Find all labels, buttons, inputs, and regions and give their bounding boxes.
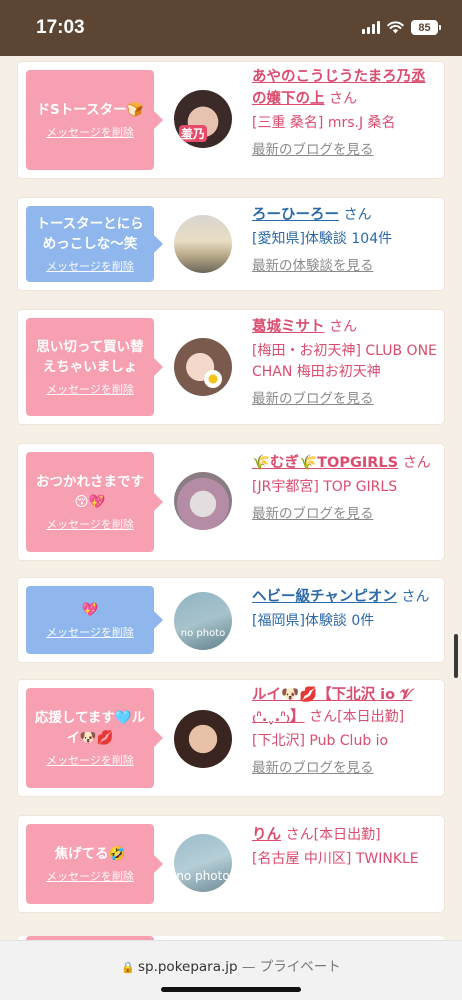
profile-info: ルイ🐶💋【下北沢 io 𝓥 ₍ᐢ.ˬ.ᐢ₎】 さん[本日出勤] [下北沢] Pu… [252,684,440,776]
name-suffix: さん [329,91,358,107]
status-icons: 85 [362,20,441,35]
status-time: 17:03 [36,17,85,38]
shop-info: [梅田・お初天神] CLUB ONE CHAN 梅田お初天神 [252,343,437,380]
name-suffix: さん [329,319,358,335]
message-bubble: トースターとにらめっこしな〜笑 メッセージを削除 [26,206,163,282]
message-text: 焦げてる🤣 [54,846,126,862]
message-text: 応援してます🩵ルイ🐶💋 [34,710,146,746]
message-text: 思い切って買い替えちゃいましょ [36,339,144,375]
avatar[interactable] [174,338,232,396]
scrollbar-thumb[interactable] [454,634,458,678]
battery-icon: 85 [411,20,441,35]
status-bar: 17:03 85 [0,0,462,56]
delete-message-link[interactable]: メッセージを削除 [30,868,150,884]
shop-info: [福岡県]体験談 0件 [252,613,375,629]
message-text: トースターとにらめっこしな〜笑 [36,216,144,252]
message-bubble: 応援してます🩵ルイ🐶💋 メッセージを削除 [26,688,163,788]
name-suffix: さん [401,589,430,605]
name-suffix: さん [343,207,372,223]
message-list[interactable]: ドSトースター🍞 メッセージを削除 羞乃 あやのこうじうたまろ乃丞の嬢下の上 さ… [0,56,462,940]
avatar[interactable]: no photo [174,834,232,892]
avatar[interactable] [174,215,232,273]
cellular-signal-icon [362,21,380,34]
message-card: おつかれさまです😚💖 メッセージを削除 🌾むぎ🌾TOPGIRLS さん [JR宇… [18,444,444,560]
shop-info: [三重 桑名] mrs.J 桑名 [252,115,396,131]
profile-info: 葛城ミサト さん [梅田・お初天神] CLUB ONE CHAN 梅田お初天神 … [252,316,440,407]
avatar-sticker: 羞乃 [179,125,208,142]
profile-info: 🌾むぎ🌾TOPGIRLS さん [JR宇都宮] TOP GIRLS 最新のブログ… [252,452,440,522]
delete-message-link[interactable]: メッセージを削除 [30,752,150,768]
name-suffix: さん [402,455,431,471]
profile-name-link[interactable]: 葛城ミサト [252,319,325,335]
avatar[interactable]: no photo [174,592,232,650]
message-card: 応援してます🩵ルイ🐶💋 メッセージを削除 ルイ🐶💋【下北沢 io 𝓥 ₍ᐢ.ˬ.… [18,680,444,796]
wifi-icon [387,21,404,34]
delete-message-link[interactable]: メッセージを削除 [30,624,150,640]
message-bubble: 💖 メッセージを削除 [26,586,163,654]
url-display[interactable]: 🔒 sp.pokepara.jp — プライベート [0,955,462,975]
message-bubble: 思い切って買い替えちゃいましょ メッセージを削除 [26,318,163,416]
message-text: ドSトースター🍞 [36,102,144,118]
delete-message-link[interactable]: メッセージを削除 [30,381,150,397]
home-indicator[interactable] [161,987,301,992]
url-domain: sp.pokepara.jp [137,959,238,975]
avatar[interactable] [174,710,232,768]
name-suffix: さん [309,709,338,725]
profile-name-link[interactable]: ろーひーろー [252,207,339,223]
message-text: おつかれさまです😚💖 [36,474,144,510]
avatar[interactable]: 羞乃 [174,90,232,148]
message-bubble: 焦げてる🤣 メッセージを削除 [26,824,163,904]
profile-info: あやのこうじうたまろ乃丞の嬢下の上 さん [三重 桑名] mrs.J 桑名 最新… [252,66,440,158]
profile-name-link[interactable]: 🌾むぎ🌾TOPGIRLS [252,455,398,471]
delete-message-link[interactable]: メッセージを削除 [30,124,150,140]
lock-icon: 🔒 [121,961,135,974]
latest-blog-link[interactable]: 最新のブログを見る [252,138,374,158]
message-card: 💖 メッセージを削除 no photo ヘビー級チャンピオン さん [福岡県]体… [18,578,444,662]
private-mode-label: プライベート [259,959,341,975]
delete-message-link[interactable]: メッセージを削除 [30,516,150,532]
profile-name-link[interactable]: りん [252,827,281,843]
profile-info: りん さん[本日出勤] [名古屋 中川区] TWINKLE [252,824,440,870]
shop-info: [下北沢] Pub Club io [252,733,389,749]
avatar[interactable] [174,472,232,530]
message-card: 思い切って買い替えちゃいましょ メッセージを削除 葛城ミサト さん [梅田・お初… [18,310,444,424]
profile-name-link[interactable]: ヘビー級チャンピオン [252,589,397,605]
no-photo-label: no photo [180,628,226,639]
browser-url-bar[interactable]: 🔒 sp.pokepara.jp — プライベート [0,940,462,1000]
delete-message-link[interactable]: メッセージを削除 [30,258,150,274]
message-card: 焦げてる🤣 メッセージを削除 no photo りん さん[本日出勤] [名古屋… [18,816,444,912]
latest-blog-link[interactable]: 最新のブログを見る [252,502,374,522]
message-text: 💖 [81,602,99,618]
message-card: ドSトースター🍞 メッセージを削除 羞乃 あやのこうじうたまろ乃丞の嬢下の上 さ… [18,62,444,178]
flower-icon [204,370,222,388]
message-bubble: ドSトースター🍞 メッセージを削除 [26,70,163,170]
profile-info: ヘビー級チャンピオン さん [福岡県]体験談 0件 [252,586,440,632]
shop-info: [愛知県]体験談 104件 [252,231,393,247]
url-separator: — [241,959,256,975]
profile-info: ろーひーろー さん [愛知県]体験談 104件 最新の体験談を見る [252,204,440,274]
working-today-tag: [本日出勤] [313,827,381,843]
message-card: トースターとにらめっこしな〜笑 メッセージを削除 ろーひーろー さん [愛知県]… [18,198,444,290]
working-today-tag: [本日出勤] [337,709,405,725]
name-suffix: さん [285,827,314,843]
latest-review-link[interactable]: 最新の体験談を見る [252,254,374,274]
latest-blog-link[interactable]: 最新のブログを見る [252,387,374,407]
no-photo-label: no photo [176,869,230,883]
latest-blog-link[interactable]: 最新のブログを見る [252,756,374,776]
shop-info: [JR宇都宮] TOP GIRLS [252,479,398,495]
message-bubble: おつかれさまです😚💖 メッセージを削除 [26,452,163,552]
shop-info: [名古屋 中川区] TWINKLE [252,851,419,867]
